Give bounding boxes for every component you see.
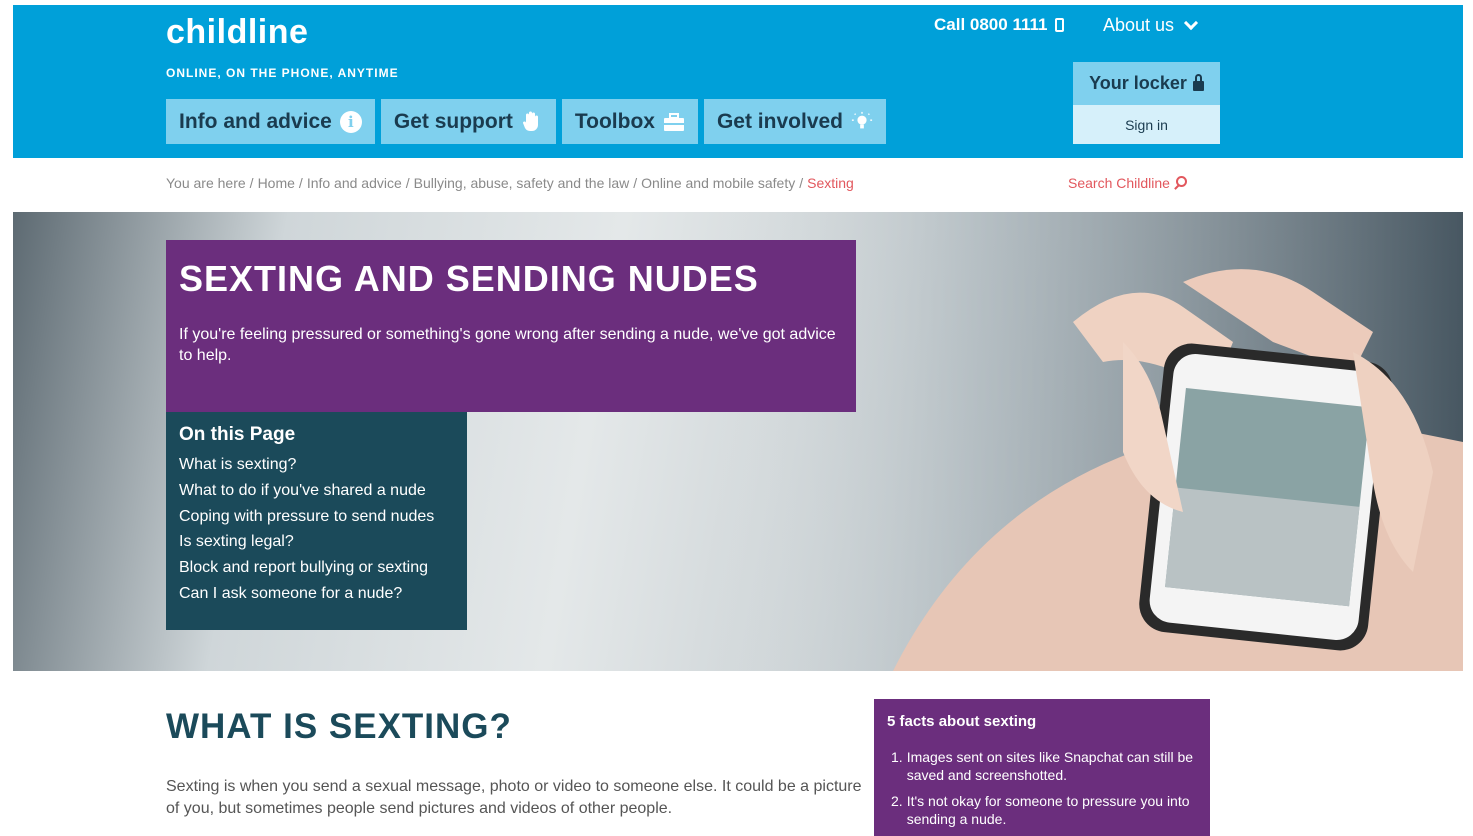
fact-number: 2. xyxy=(891,793,903,809)
nav-label: Get support xyxy=(393,109,513,133)
fact-number: 1. xyxy=(891,749,903,765)
call-link[interactable]: Call 0800 1111 xyxy=(934,15,1065,35)
site-header: childline ONLINE, ON THE PHONE, ANYTIME … xyxy=(13,5,1463,158)
chevron-down-icon xyxy=(1183,15,1199,30)
your-locker-button[interactable]: Your locker xyxy=(1073,62,1220,105)
otp-link-coping-with-pressure[interactable]: Coping with pressure to send nudes xyxy=(179,504,454,530)
hero-title-box: SEXTING AND SENDING NUDES If you're feel… xyxy=(166,240,856,412)
hand-icon xyxy=(521,111,543,133)
page-subtitle: If you're feeling pressured or something… xyxy=(179,326,836,364)
breadcrumb-separator: / xyxy=(405,175,410,191)
fact-text: It's not okay for someone to pressure yo… xyxy=(906,793,1190,827)
lightbulb-icon xyxy=(851,111,873,133)
your-locker: Your locker Sign in xyxy=(1073,62,1220,144)
fact-text: Images sent on sites like Snapchat can s… xyxy=(906,749,1194,783)
about-us-label: About us xyxy=(1103,15,1175,35)
nav-label: Info and advice xyxy=(179,109,332,133)
toolbox-icon xyxy=(663,111,685,133)
breadcrumb-separator: / xyxy=(633,175,638,191)
breadcrumb-info-and-advice[interactable]: Info and advice xyxy=(307,175,402,191)
facts-title: 5 facts about sexting xyxy=(887,713,1037,730)
fact-item: 2. It's not okay for someone to pressure… xyxy=(887,792,1197,828)
search-icon xyxy=(1175,175,1187,187)
breadcrumb-separator: / xyxy=(799,175,804,191)
on-this-page-panel: On this Page What is sexting? What to do… xyxy=(166,412,467,630)
sign-in-button[interactable]: Sign in xyxy=(1073,105,1220,144)
childline-logo[interactable]: childline xyxy=(166,13,308,52)
breadcrumb-separator: / xyxy=(249,175,254,191)
lock-icon xyxy=(1192,73,1204,91)
facts-box: 5 facts about sexting 1. Images sent on … xyxy=(874,699,1210,836)
about-us-menu[interactable]: About us xyxy=(1103,15,1199,36)
phone-icon xyxy=(1055,18,1065,32)
section-body: Sexting is when you send a sexual messag… xyxy=(166,778,862,817)
section-title: WHAT IS SEXTING? xyxy=(166,707,512,746)
breadcrumb-bullying[interactable]: Bullying, abuse, safety and the law xyxy=(414,175,630,191)
nav-info-and-advice[interactable]: Info and advice i xyxy=(166,99,375,144)
otp-link-is-sexting-legal[interactable]: Is sexting legal? xyxy=(179,529,454,555)
fact-item: 1. Images sent on sites like Snapchat ca… xyxy=(887,748,1197,784)
nav-toolbox[interactable]: Toolbox xyxy=(561,99,698,144)
tagline: ONLINE, ON THE PHONE, ANYTIME xyxy=(166,66,399,80)
otp-link-block-and-report[interactable]: Block and report bullying or sexting xyxy=(179,555,454,581)
nav-label: Toolbox xyxy=(574,109,655,133)
breadcrumb-separator: / xyxy=(298,175,303,191)
locker-label: Your locker xyxy=(1089,73,1187,93)
page-title: SEXTING AND SENDING NUDES xyxy=(179,258,759,299)
main-nav: Info and advice i Get support Toolbox Ge… xyxy=(166,99,886,144)
breadcrumb-online-safety[interactable]: Online and mobile safety xyxy=(641,175,795,191)
breadcrumb-prefix: You are here xyxy=(166,175,246,191)
nav-label: Get involved xyxy=(716,109,843,133)
breadcrumb-current: Sexting xyxy=(807,175,854,191)
nav-get-support[interactable]: Get support xyxy=(380,99,556,144)
breadcrumb: You are here / Home / Info and advice / … xyxy=(166,175,854,191)
otp-link-ask-for-a-nude[interactable]: Can I ask someone for a nude? xyxy=(179,581,454,607)
otp-link-shared-a-nude[interactable]: What to do if you've shared a nude xyxy=(179,478,454,504)
on-this-page-title: On this Page xyxy=(179,424,296,445)
breadcrumb-home[interactable]: Home xyxy=(258,175,295,191)
search-label: Search Childline xyxy=(1068,175,1170,191)
info-icon: i xyxy=(339,110,362,133)
call-label: Call 0800 1111 xyxy=(934,15,1048,34)
search-link[interactable]: Search Childline xyxy=(1068,175,1187,191)
otp-link-what-is-sexting[interactable]: What is sexting? xyxy=(179,452,454,478)
nav-get-involved[interactable]: Get involved xyxy=(703,99,886,144)
